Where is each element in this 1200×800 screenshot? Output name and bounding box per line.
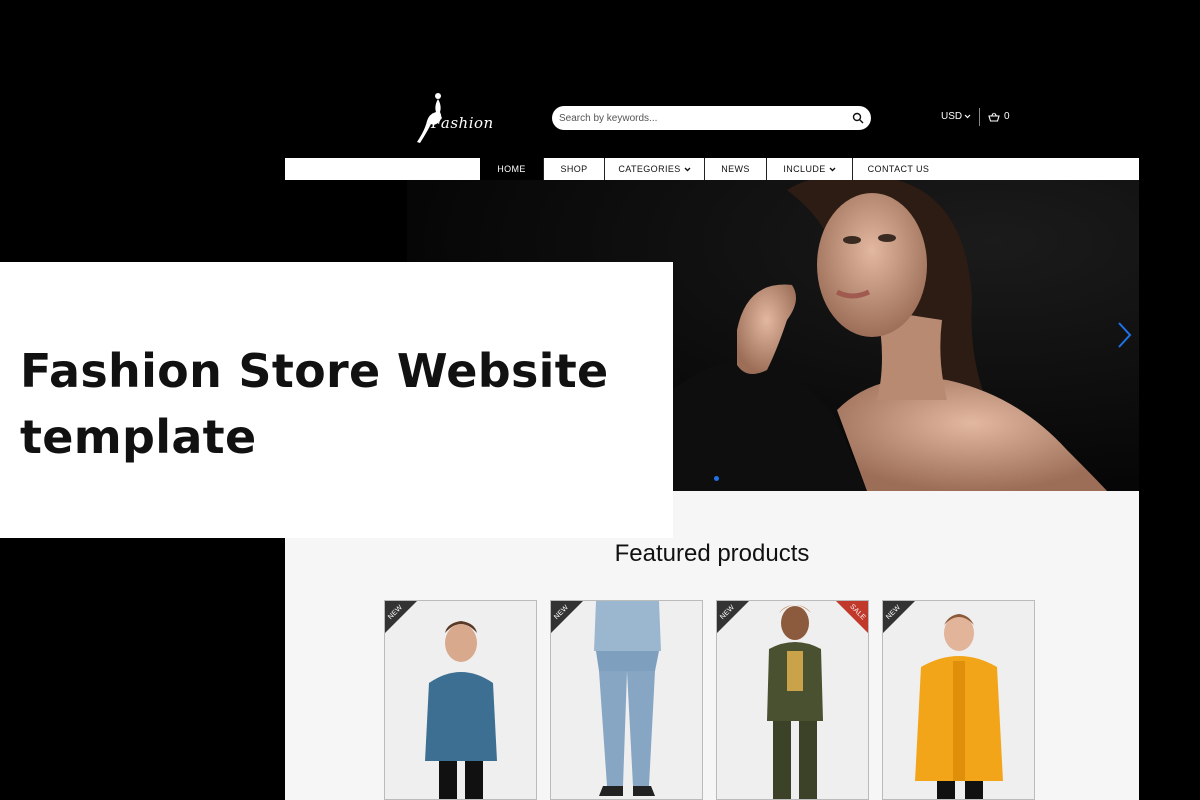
product-card[interactable]: NEW xyxy=(384,600,537,800)
slider-next-arrow-icon[interactable] xyxy=(1114,320,1134,350)
chevron-down-icon xyxy=(684,167,691,171)
new-badge: NEW xyxy=(883,601,915,633)
chevron-down-icon xyxy=(964,114,971,119)
cart-button[interactable]: 0 xyxy=(988,111,1010,122)
nav-label: NEWS xyxy=(721,164,750,174)
main-nav: HOME SHOP CATEGORIES NEWS INCLUDE CONTAC… xyxy=(285,158,1139,180)
logo-text: Fashion xyxy=(431,114,494,132)
sale-badge: SALE xyxy=(836,601,868,633)
product-card[interactable]: NEW SALE xyxy=(716,600,869,800)
logo[interactable]: Fashion xyxy=(405,88,500,148)
basket-icon xyxy=(988,112,1000,122)
overlay-title-line1: Fashion Store Website xyxy=(20,344,609,398)
product-card[interactable]: NEW xyxy=(550,600,703,800)
nav-item-categories[interactable]: CATEGORIES xyxy=(604,158,704,180)
nav-label: CATEGORIES xyxy=(618,164,681,174)
nav-label: HOME xyxy=(497,164,526,174)
search-bar xyxy=(552,106,871,130)
new-badge: NEW xyxy=(551,601,583,633)
featured-title: Featured products xyxy=(614,540,810,567)
currency-selector[interactable]: USD xyxy=(941,111,971,122)
overlay-title: Fashion Store Website template xyxy=(20,338,660,470)
new-badge: NEW xyxy=(717,601,749,633)
chevron-down-icon xyxy=(829,167,836,171)
nav-label: CONTACT US xyxy=(867,164,930,174)
nav-label: SHOP xyxy=(560,164,588,174)
nav-item-home[interactable]: HOME xyxy=(480,158,543,180)
nav-label: INCLUDE xyxy=(783,164,826,174)
overlay-title-line2: template xyxy=(20,410,257,464)
header-divider xyxy=(979,108,980,126)
nav-item-contact-us[interactable]: CONTACT US xyxy=(852,158,944,180)
nav-item-news[interactable]: NEWS xyxy=(704,158,766,180)
cart-count: 0 xyxy=(1004,111,1010,122)
search-icon[interactable] xyxy=(852,112,864,124)
slider-dot[interactable] xyxy=(714,476,719,481)
new-badge: NEW xyxy=(385,601,417,633)
product-card[interactable]: NEW xyxy=(882,600,1035,800)
nav-item-shop[interactable]: SHOP xyxy=(543,158,604,180)
currency-label: USD xyxy=(941,111,963,122)
search-input[interactable] xyxy=(559,109,839,127)
nav-item-include[interactable]: INCLUDE xyxy=(766,158,852,180)
